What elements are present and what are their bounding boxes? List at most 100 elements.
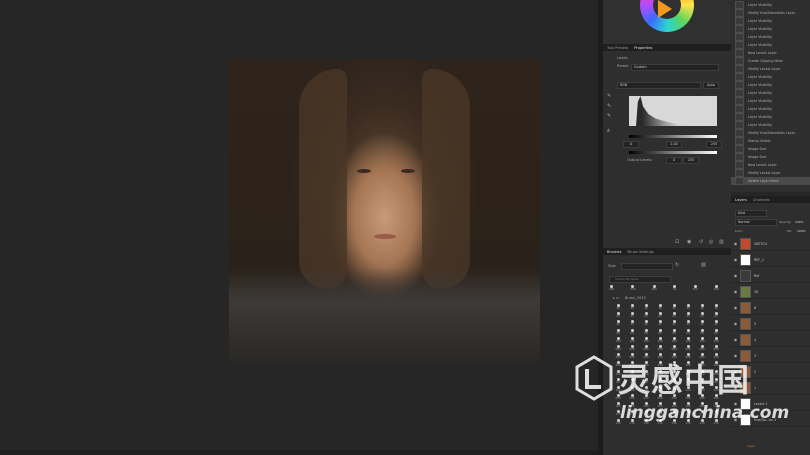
clipping-warning-icon[interactable]: ◭	[607, 127, 610, 132]
layer-row[interactable]: ◉ 30	[731, 285, 810, 299]
brush-preset[interactable]: 40	[611, 320, 625, 328]
brush-preset[interactable]: 30	[639, 304, 653, 312]
history-item[interactable]: Layer Visibility	[731, 89, 810, 97]
recent-brush[interactable]: 40	[673, 285, 676, 291]
recent-brush[interactable]: 300	[652, 285, 657, 291]
history-item[interactable]: Layer Visibility	[731, 25, 810, 33]
brush-preset[interactable]: 40	[709, 320, 723, 328]
history-item[interactable]: Layer Visibility	[731, 97, 810, 105]
brush-preset[interactable]: 40	[695, 320, 709, 328]
brush-preset[interactable]: 25	[695, 312, 709, 320]
opacity-value[interactable]: 100%	[795, 220, 804, 224]
channel-dropdown[interactable]: RGB	[617, 82, 701, 89]
brush-preset[interactable]: 30	[625, 304, 639, 312]
history-item[interactable]: Layer Visibility	[731, 105, 810, 113]
brush-preset[interactable]: 100	[611, 336, 625, 345]
brush-preset[interactable]: 100	[653, 336, 667, 345]
brush-preset[interactable]: 30	[653, 304, 667, 312]
history-item[interactable]: Modify Levels Layer	[731, 169, 810, 177]
output-levels-slider[interactable]	[629, 151, 717, 154]
layer-visibility-eye-icon[interactable]: ◉	[733, 321, 738, 326]
history-item[interactable]: Modify Levels Layer	[731, 65, 810, 73]
brush-preset[interactable]: 60	[695, 328, 709, 337]
brush-preset[interactable]: 30	[681, 304, 695, 312]
visibility-eye-icon[interactable]: ◎	[709, 239, 713, 245]
horizontal-scrollbar[interactable]	[0, 450, 598, 455]
brush-preset[interactable]: 100	[695, 336, 709, 345]
brush-preset[interactable]: 30	[709, 304, 723, 312]
history-item[interactable]: Layer Visibility	[731, 1, 810, 9]
brush-preset[interactable]: 25	[667, 312, 681, 320]
tab-brushes[interactable]: Brushes	[607, 250, 621, 254]
recent-brush[interactable]: 300	[609, 285, 614, 291]
brush-preset[interactable]: 60	[653, 328, 667, 337]
recent-brush[interactable]: 300	[692, 285, 698, 291]
recent-brush[interactable]: 300	[714, 285, 719, 291]
color-picker-triangle-icon[interactable]	[658, 0, 672, 18]
brush-folder-icon[interactable]: ▸ ▭	[613, 296, 619, 300]
trash-icon[interactable]: ▥	[719, 239, 724, 245]
brush-preset[interactable]: 25	[625, 312, 639, 320]
brush-preview-icon[interactable]: ▨	[701, 262, 706, 268]
layer-visibility-eye-icon[interactable]: ◉	[733, 257, 738, 262]
history-item[interactable]: Create Clipping Mask	[731, 57, 810, 65]
view-previous-icon[interactable]: ◉	[687, 239, 691, 245]
tab-properties[interactable]: Properties	[634, 46, 652, 50]
auto-button[interactable]: Auto	[703, 82, 719, 89]
blend-mode-dropdown[interactable]: Normal	[735, 219, 777, 226]
brush-preset[interactable]: 100	[639, 336, 653, 345]
brush-preset[interactable]: 60	[667, 328, 681, 337]
brush-preset[interactable]: 40	[639, 320, 653, 328]
color-panel[interactable]	[603, 0, 731, 44]
history-item[interactable]: Layer Visibility	[731, 41, 810, 49]
clip-to-layer-icon[interactable]: ⊡	[675, 239, 679, 245]
brush-size-slider[interactable]	[621, 263, 673, 270]
fill-value[interactable]: 100%	[797, 229, 806, 233]
brush-preset[interactable]: 30	[695, 304, 709, 312]
brush-preset[interactable]: 40	[681, 320, 695, 328]
eyedropper-white-icon[interactable]: ✎	[607, 113, 611, 119]
brush-preset[interactable]: 25	[653, 312, 667, 320]
brush-preset[interactable]: 40	[625, 320, 639, 328]
brush-preset[interactable]: 25	[611, 312, 625, 320]
layer-row[interactable]: ◉ 6	[731, 301, 810, 315]
history-item[interactable]: Layer Visibility	[731, 33, 810, 41]
history-item[interactable]: Image Size	[731, 145, 810, 153]
input-levels-slider[interactable]	[629, 135, 717, 138]
history-item[interactable]: Modify Hue/Saturation Layer	[731, 129, 810, 137]
history-item[interactable]: Layer Visibility	[731, 113, 810, 121]
input-gamma-field[interactable]: 1.00	[666, 141, 682, 148]
brush-preset[interactable]: 60	[639, 328, 653, 337]
output-white-field[interactable]: 255	[683, 157, 699, 164]
eyedropper-gray-icon[interactable]: ✎	[607, 103, 611, 109]
brush-preset[interactable]: 30	[667, 304, 681, 312]
layer-visibility-eye-icon[interactable]: ◉	[733, 305, 738, 310]
history-item[interactable]: Stamp Visible	[731, 137, 810, 145]
brush-preset[interactable]: 25	[709, 312, 723, 320]
layer-visibility-eye-icon[interactable]: ◉	[733, 337, 738, 342]
brush-preset[interactable]: 100	[709, 336, 723, 345]
preset-dropdown[interactable]: Custom	[631, 64, 719, 71]
layer-row[interactable]: ◉ REF_1	[731, 253, 810, 267]
brush-preset[interactable]: 100	[681, 336, 695, 345]
history-item[interactable]: Modify Hue/Saturation Layer	[731, 9, 810, 17]
tab-tool-presets[interactable]: Tool Presets	[607, 46, 628, 50]
brush-preset[interactable]: 100	[625, 336, 639, 345]
filter-kind-dropdown[interactable]: Kind	[735, 210, 767, 217]
brush-preset[interactable]: 100	[667, 336, 681, 345]
history-item[interactable]: New Levels Layer	[731, 49, 810, 57]
input-black-field[interactable]: 0	[623, 141, 639, 148]
brush-preset[interactable]: 60	[611, 328, 625, 337]
tab-brush-settings[interactable]: Brush Settings	[627, 250, 653, 254]
recent-brush[interactable]: 300	[630, 285, 636, 291]
brush-preset[interactable]: 25	[639, 312, 653, 320]
history-item[interactable]: Layer Visibility	[731, 81, 810, 89]
tab-channels[interactable]: Channels	[753, 198, 770, 202]
layer-row[interactable]: ◉ 5	[731, 317, 810, 331]
history-item[interactable]: New Levels Layer	[731, 161, 810, 169]
brush-preset[interactable]: 60	[681, 328, 695, 337]
brush-preset[interactable]: 40	[667, 320, 681, 328]
layer-row[interactable]: ◉ SKETCH	[731, 237, 810, 251]
tab-layers[interactable]: Layers	[735, 198, 747, 202]
layer-visibility-eye-icon[interactable]: ◉	[733, 273, 738, 278]
